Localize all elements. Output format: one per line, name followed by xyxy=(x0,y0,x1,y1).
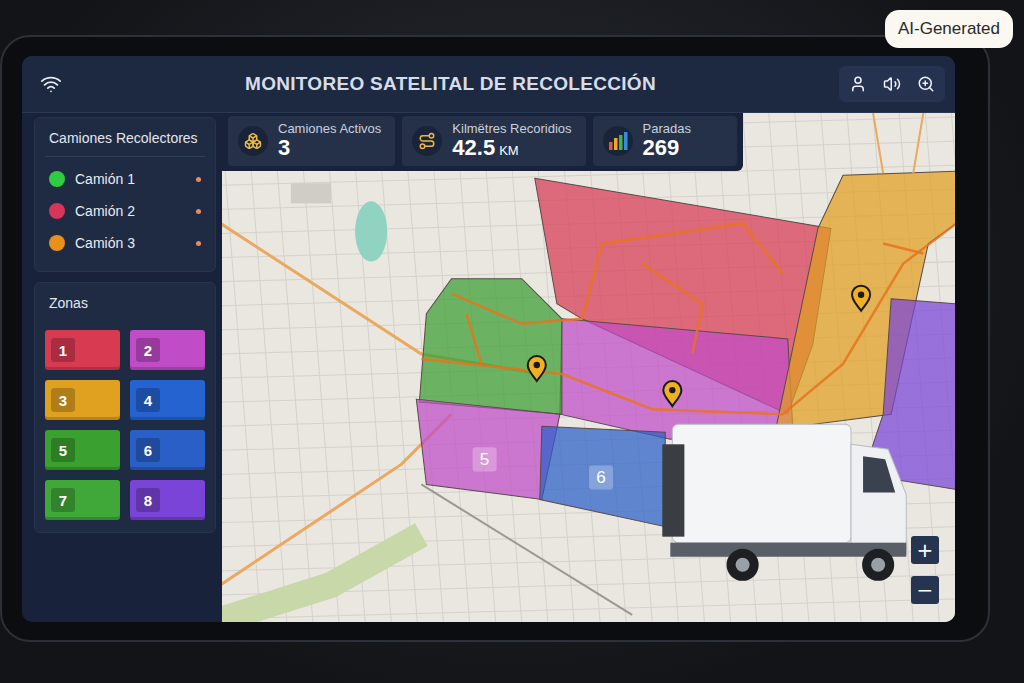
stat-card: Paradas269 xyxy=(593,116,737,166)
tablet-frame: MONITOREO SATELITAL DE RECOLECCIÓN Camion… xyxy=(0,35,990,642)
stat-icon-badge xyxy=(412,126,442,156)
zone-number: 3 xyxy=(51,388,75,412)
search-icon xyxy=(917,75,935,93)
sidebar: Camiones Recolectores Camión 1 Camión 2 Cam… xyxy=(22,113,222,622)
zone-area[interactable] xyxy=(560,319,793,439)
truck-item[interactable]: Camión 1 xyxy=(45,163,205,195)
zone-tile[interactable]: 1 xyxy=(45,330,120,370)
truck-color-dot xyxy=(49,203,65,219)
route-icon xyxy=(418,132,436,150)
dashboard-body: Camiones Recolectores Camión 1 Camión 2 Cam… xyxy=(22,113,955,622)
trucks-title: Camiones Recolectores xyxy=(45,126,205,157)
stat-card: Kilmëtres Recoridios42.5KM xyxy=(402,116,585,166)
zone-area[interactable] xyxy=(419,279,562,415)
zone-number: 2 xyxy=(136,338,160,362)
stat-label: Kilmëtres Recoridios xyxy=(452,121,571,136)
zones-panel: Zonas 1 2 3 4 5 6 7 8 xyxy=(34,282,216,533)
stat-label: Camiones Activos xyxy=(278,121,381,136)
zoom-button[interactable]: + xyxy=(911,536,939,564)
stat-text: Paradas269 xyxy=(643,121,691,160)
zone-label: 5 xyxy=(473,447,497,471)
zone-tile[interactable]: 8 xyxy=(130,480,205,520)
truck-color-dot xyxy=(49,235,65,251)
header-actions xyxy=(839,66,945,102)
ai-badge: AI-Generated xyxy=(885,10,1013,48)
user-icon xyxy=(849,75,867,93)
stat-text: Kilmëtres Recoridios42.5KM xyxy=(452,121,571,160)
stat-value: 3 xyxy=(278,136,381,160)
stat-icon-badge xyxy=(603,126,633,156)
zone-tile[interactable]: 7 xyxy=(45,480,120,520)
status-dot xyxy=(196,209,201,214)
header-title: MONITOREO SATELITAL DE RECOLECCIÓN xyxy=(62,73,839,95)
truck-name: Camión 1 xyxy=(75,171,135,187)
zone-number: 1 xyxy=(51,338,75,362)
stat-unit: KM xyxy=(499,143,519,158)
truck-item[interactable]: Camión 2 xyxy=(45,195,205,227)
stat-text: Camiones Activos3 xyxy=(278,121,381,160)
truck-photo xyxy=(662,424,906,581)
zone-number: 5 xyxy=(51,438,75,462)
dashboard-screen: MONITOREO SATELITAL DE RECOLECCIÓN Camion… xyxy=(22,56,955,622)
map-canvas[interactable]: 56 xyxy=(222,113,955,622)
zone-number: 4 xyxy=(136,388,160,412)
zone-tile[interactable]: 2 xyxy=(130,330,205,370)
zone-tile[interactable]: 3 xyxy=(45,380,120,420)
truck-item[interactable]: Camión 3 xyxy=(45,227,205,259)
stats-bar: Camiones Activos3 Kilmëtres Recoridios42.… xyxy=(222,113,743,171)
status-dot xyxy=(196,177,201,182)
stat-label: Paradas xyxy=(643,121,691,136)
stat-value: 42.5KM xyxy=(452,136,571,160)
zone-tile[interactable]: 6 xyxy=(130,430,205,470)
map-pin-icon[interactable] xyxy=(528,356,546,381)
status-dot xyxy=(196,241,201,246)
zoom-button[interactable]: − xyxy=(911,576,939,604)
zone-tile[interactable]: 5 xyxy=(45,430,120,470)
zone-area[interactable] xyxy=(416,399,560,499)
trucks-panel: Camiones Recolectores Camión 1 Camión 2 Cam… xyxy=(34,117,216,272)
bar-chart-icon xyxy=(608,132,628,150)
map-pin-icon[interactable] xyxy=(663,381,681,406)
zone-number: 8 xyxy=(136,488,160,512)
search-button[interactable] xyxy=(911,70,941,98)
zone-number: 7 xyxy=(51,488,75,512)
map-pin-icon[interactable] xyxy=(852,286,870,311)
stat-value: 269 xyxy=(643,136,691,160)
stat-card: Camiones Activos3 xyxy=(228,116,395,166)
wifi-icon xyxy=(40,73,62,95)
truck-name: Camión 3 xyxy=(75,235,135,251)
zones-title: Zonas xyxy=(45,291,205,322)
truck-color-dot xyxy=(49,171,65,187)
svg-text:5: 5 xyxy=(480,450,489,469)
speaker-icon xyxy=(883,75,901,93)
boxes-icon xyxy=(244,132,262,150)
map-area: 56Camiones Activos3Kilmëtres Recoridios4… xyxy=(222,113,955,622)
zone-tile[interactable]: 4 xyxy=(130,380,205,420)
user-button[interactable] xyxy=(843,70,873,98)
sound-button[interactable] xyxy=(877,70,907,98)
zone-number: 6 xyxy=(136,438,160,462)
header-bar: MONITOREO SATELITAL DE RECOLECCIÓN xyxy=(22,56,955,113)
zone-label: 6 xyxy=(589,465,613,489)
stat-icon-badge xyxy=(238,126,268,156)
zone-area[interactable] xyxy=(540,426,665,526)
page: AI-Generated MONITOREO SATELITAL DE RECOL… xyxy=(0,0,1024,683)
truck-name: Camión 2 xyxy=(75,203,135,219)
svg-text:6: 6 xyxy=(596,468,605,487)
zoom-controls: +− xyxy=(911,536,939,604)
zone-grid: 1 2 3 4 5 6 7 8 xyxy=(45,328,205,520)
